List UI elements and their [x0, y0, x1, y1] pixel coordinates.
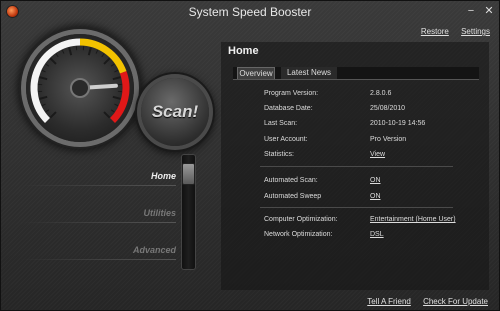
info-label: User Account: [264, 136, 308, 143]
page-title: Home [228, 45, 259, 57]
gauge-hub [70, 78, 90, 98]
gauge-tick [41, 69, 46, 73]
info-label: Last Scan: [264, 120, 298, 127]
top-links: Restore Settings [411, 27, 490, 36]
gauge-tick [39, 76, 48, 81]
gauge-arc-yellow [79, 38, 127, 74]
info-value: Pro Version [370, 136, 407, 143]
gauge-tick [45, 63, 50, 67]
info-label: Program Version: [264, 90, 319, 97]
gauge-tick [101, 53, 105, 58]
info-row-automated-scan: Automated Scan: ON [221, 176, 489, 186]
gauge-tick [95, 49, 99, 54]
speed-gauge [26, 34, 134, 142]
info-row-computer-optimization: Computer Optimization: Entertainment (Ho… [221, 215, 489, 225]
bottom-links: Tell A Friend Check For Update [357, 297, 488, 306]
nav-slider-thumb[interactable] [182, 163, 195, 185]
info-label: Database Date: [264, 105, 313, 112]
info-label: Statistics: [264, 151, 294, 158]
info-value: 25/08/2010 [370, 105, 406, 112]
info-label: Computer Optimization: [264, 216, 338, 223]
gauge-tick [68, 47, 73, 56]
tab-strip: Overview Latest News [233, 67, 479, 80]
automated-sweep-toggle[interactable]: ON [370, 192, 381, 202]
close-icon[interactable]: ✕ [482, 4, 496, 18]
nav-item-home[interactable]: Home [21, 171, 176, 181]
minimize-icon[interactable]: − [464, 4, 478, 18]
gauge-tick [110, 109, 115, 113]
info-row-automated-sweep: Automated Sweep ON [221, 192, 489, 202]
gauge-tick [45, 109, 50, 113]
info-row-statistics: Statistics: View [221, 150, 489, 160]
info-label: Network Optimization: [264, 231, 333, 238]
info-value: 2010-10-19 14:56 [370, 120, 426, 127]
info-row-user-account: User Account: Pro Version [221, 135, 489, 145]
gauge-tick [41, 103, 46, 107]
check-for-update-link[interactable]: Check For Update [423, 297, 488, 306]
gauge-tick [112, 95, 121, 100]
scan-button[interactable]: Scan! [141, 78, 209, 146]
info-value: 2.8.0.6 [370, 90, 392, 97]
restore-link[interactable]: Restore [421, 27, 449, 36]
settings-link[interactable]: Settings [461, 27, 490, 36]
nav-divider [21, 259, 176, 260]
section-divider [260, 207, 453, 208]
tell-a-friend-link[interactable]: Tell A Friend [367, 297, 411, 306]
statistics-view-link[interactable]: View [370, 150, 385, 160]
gauge-tick [103, 111, 111, 119]
info-row-last-scan: Last Scan: 2010-10-19 14:56 [221, 119, 489, 129]
info-row-network-optimization: Network Optimization: DSL [221, 230, 489, 240]
gauge-tick [61, 49, 65, 54]
gauge-tick [110, 63, 115, 67]
gauge-tick [112, 76, 121, 81]
title-bar: System Speed Booster − ✕ [1, 1, 499, 23]
network-optimization-link[interactable]: DSL [370, 230, 384, 240]
gauge-tick [114, 103, 119, 107]
gauge-tick [114, 69, 119, 73]
computer-optimization-link[interactable]: Entertainment (Home User) [370, 215, 456, 225]
info-row-database-date: Database Date: 25/08/2010 [221, 104, 489, 114]
gauge-tick [39, 95, 48, 100]
info-row-program-version: Program Version: 2.8.0.6 [221, 89, 489, 99]
gauge-tick [103, 57, 111, 65]
window-title: System Speed Booster [188, 5, 312, 19]
gauge-tick [49, 111, 57, 119]
nav-divider [21, 222, 176, 223]
section-divider [260, 166, 453, 167]
nav-item-utilities[interactable]: Utilities [21, 208, 176, 218]
gauge-tick [49, 57, 57, 65]
gauge-tick [87, 47, 92, 56]
tab-overview[interactable]: Overview [237, 67, 275, 79]
nav-divider [21, 185, 176, 186]
speed-gauge-dial [30, 38, 130, 124]
automated-scan-toggle[interactable]: ON [370, 176, 381, 186]
content-panel: Home Overview Latest News Program Versio… [221, 42, 489, 290]
info-label: Automated Scan: [264, 177, 318, 184]
tab-latest-news[interactable]: Latest News [281, 67, 337, 79]
app-window: System Speed Booster − ✕ Restore Setting… [0, 0, 500, 311]
gauge-tick [55, 53, 59, 58]
info-label: Automated Sweep [264, 193, 322, 200]
nav-item-advanced[interactable]: Advanced [21, 245, 176, 255]
